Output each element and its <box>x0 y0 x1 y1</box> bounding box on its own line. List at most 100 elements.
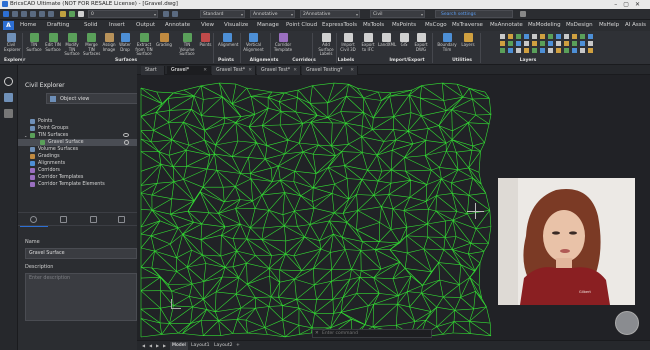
redo-icon[interactable] <box>48 11 54 17</box>
visibility-eye-icon[interactable] <box>123 133 129 137</box>
layer-tool-icon[interactable] <box>572 48 577 53</box>
ribbon-button-alignment[interactable]: Alignment <box>218 33 239 48</box>
ribbon-button-layers[interactable]: Layers <box>461 33 475 48</box>
view-mode-dropdown[interactable]: Object view ⌄ <box>46 93 148 104</box>
dimstyle-dropdown[interactable]: Annotative ▾ <box>250 10 295 18</box>
tree-item[interactable]: Volume Surfaces <box>18 146 137 153</box>
ribbon-button-export-dwg[interactable]: Export DWG <box>414 33 428 52</box>
layer-tool-icon[interactable] <box>516 48 521 53</box>
tab-info-icon[interactable] <box>30 216 37 223</box>
tab-point-cloud[interactable]: Point Cloud <box>286 20 317 31</box>
navigation-wheel[interactable] <box>615 311 639 335</box>
layer-tool-icon[interactable] <box>572 34 577 39</box>
layer-tool-icon[interactable] <box>588 48 593 53</box>
add-layout-button[interactable]: + <box>234 342 242 350</box>
tree-item[interactable]: Corridor Templates <box>18 174 137 181</box>
layer-tool-icon[interactable] <box>500 41 505 46</box>
next-layout-icon[interactable]: ▶ <box>155 343 160 348</box>
layer-tool-icon[interactable] <box>508 34 513 39</box>
ribbon-button-tin-surface[interactable]: TIN Surface <box>26 33 42 52</box>
close-tab-icon[interactable]: ✕ <box>203 66 207 75</box>
last-layout-icon[interactable]: ▶ <box>162 343 167 348</box>
layer-tool-icon[interactable] <box>540 34 545 39</box>
match-properties-icon[interactable] <box>172 11 178 17</box>
tab-view[interactable]: View <box>201 20 214 31</box>
tab-chart-icon[interactable] <box>90 216 97 223</box>
tree-item[interactable]: Gradings <box>18 153 137 160</box>
tab-solid[interactable]: Solid <box>84 20 97 31</box>
tab-model[interactable]: Model <box>170 342 188 350</box>
layer-tool-icon[interactable] <box>516 34 521 39</box>
ribbon-button-tin-volume-surface[interactable]: TIN Volume Surface <box>177 33 197 57</box>
layer-tool-icon[interactable] <box>564 34 569 39</box>
tab-msannotate[interactable]: MsAnnotate <box>490 20 523 31</box>
ribbon-button-landxml[interactable]: LandXML <box>378 33 396 48</box>
layer-tool-icon[interactable] <box>548 34 553 39</box>
layer-tool-icon[interactable] <box>564 48 569 53</box>
layer-tool-icon[interactable] <box>524 41 529 46</box>
layer-state-icon[interactable] <box>60 11 66 17</box>
expand-icon[interactable]: ⌄ <box>24 132 27 139</box>
ribbon-button-edit-tin-surface[interactable]: Edit TIN Surface <box>44 33 62 52</box>
close-tab-icon[interactable]: ✕ <box>350 66 354 75</box>
name-field[interactable]: Gravel Surface <box>25 248 137 259</box>
layer-tool-icon[interactable] <box>556 34 561 39</box>
tab-home[interactable]: Home <box>20 20 36 31</box>
ribbon-button-export-to-ifc[interactable]: Export to IFC <box>360 33 376 52</box>
save-icon[interactable] <box>21 11 27 17</box>
ribbon-button-merge-tin-surfaces[interactable]: Merge TIN Surfaces <box>83 33 100 57</box>
tab-layout2[interactable]: Layout2 <box>212 342 235 350</box>
ribbon-button-import-civil-3d[interactable]: Import Civil 3D <box>340 33 356 52</box>
document-tab[interactable]: Gravel Test* ✕ <box>257 66 301 75</box>
layer-tool-icon[interactable] <box>580 41 585 46</box>
tab-mscogo[interactable]: MsCogo <box>425 20 447 31</box>
layer-tool-icon[interactable] <box>588 41 593 46</box>
drawing-canvas[interactable]: ✕ Enter command Gilbert <box>137 75 650 340</box>
close-tab-icon[interactable]: ✕ <box>293 66 297 75</box>
annotative-dropdown[interactable]: 2Annotative ▾ <box>300 10 360 18</box>
tab-insert[interactable]: Insert <box>109 20 125 31</box>
properties-panel-icon[interactable] <box>4 109 13 118</box>
tab-layout1[interactable]: Layout1 <box>189 342 212 350</box>
close-icon[interactable]: ✕ <box>315 330 319 337</box>
layer-tool-icon[interactable] <box>548 41 553 46</box>
layer-tool-icon[interactable] <box>532 48 537 53</box>
ribbon-button-grading[interactable]: Grading <box>156 33 172 48</box>
layer-tool-icon[interactable] <box>588 34 593 39</box>
layer-tool-icon[interactable] <box>500 48 505 53</box>
lightbulb-icon[interactable] <box>4 77 13 86</box>
ribbon-button-boundary-trim[interactable]: Boundary Trim <box>437 33 457 52</box>
tab-msmodeling[interactable]: MsModeling <box>528 20 561 31</box>
tab-mstraverse[interactable]: MsTraverse <box>452 20 483 31</box>
close-tab-icon[interactable]: ✕ <box>248 66 252 75</box>
layer-tool-icon[interactable] <box>564 41 569 46</box>
first-layout-icon[interactable]: ◀ <box>141 343 146 348</box>
tab-drafting[interactable]: Drafting <box>47 20 69 31</box>
layer-tool-icon[interactable] <box>508 41 513 46</box>
help-icon[interactable] <box>520 11 526 17</box>
layer-tool-icon[interactable] <box>572 41 577 46</box>
layer-tool-icon[interactable] <box>540 48 545 53</box>
tree-item[interactable]: Corridors <box>18 167 137 174</box>
ribbon-button-add-surface-labels[interactable]: Add Surface Labels <box>315 33 337 57</box>
layer-tool-icon[interactable] <box>540 41 545 46</box>
ribbon-button-water-drop[interactable]: Water Drop <box>118 33 132 52</box>
tree-item[interactable]: Points <box>18 118 137 125</box>
document-tab[interactable]: Start <box>141 66 165 75</box>
search-settings-input[interactable]: Search settings <box>435 10 513 18</box>
workspace-dropdown[interactable]: Civil ▾ <box>370 10 425 18</box>
layer-tool-icon[interactable] <box>556 41 561 46</box>
description-field[interactable]: Enter description <box>25 273 137 321</box>
tab-mstools[interactable]: MsTools <box>363 20 384 31</box>
tree-item[interactable]: Point Groups <box>18 125 137 132</box>
properties-icon[interactable] <box>163 11 169 17</box>
ribbon-button-gis[interactable]: GIS <box>398 33 410 48</box>
tree-item[interactable]: Alignments <box>18 160 137 167</box>
layer-tool-icon[interactable] <box>548 48 553 53</box>
gear-icon[interactable] <box>124 140 129 145</box>
ribbon-button-corridor-template[interactable]: Corridor Template <box>272 33 294 52</box>
tab-output[interactable]: Output <box>136 20 155 31</box>
ribbon-button-assign-image[interactable]: Assign Image <box>101 33 117 52</box>
open-file-icon[interactable] <box>12 11 18 17</box>
tab-mspoints[interactable]: MsPoints <box>392 20 416 31</box>
